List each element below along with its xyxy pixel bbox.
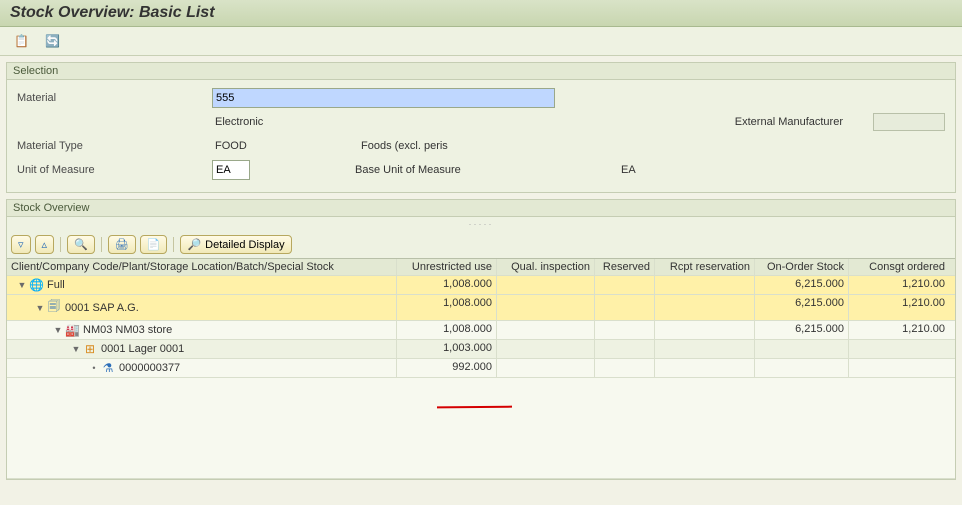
row-label: Full: [47, 279, 65, 291]
expand-down-icon: ▿: [18, 238, 24, 251]
selection-pane: Selection Material Electronic External M…: [6, 62, 956, 193]
cell-qual: [497, 359, 595, 377]
cell-onorder: 6,215.000: [755, 321, 849, 339]
find-button[interactable]: 🔍: [67, 235, 95, 254]
cell-qual: [497, 276, 595, 294]
material-text: Electronic: [212, 115, 468, 129]
cell-unrestricted: 1,003.000: [397, 340, 497, 358]
cell-rcpt: [655, 340, 755, 358]
row-label: 0001 SAP A.G.: [65, 302, 139, 314]
col-on-order[interactable]: On-Order Stock: [755, 259, 849, 275]
expand-all-button[interactable]: ▿: [11, 235, 31, 254]
sheet-icon: 📄: [147, 238, 161, 251]
col-consgt[interactable]: Consgt ordered: [849, 259, 949, 275]
plant-icon: 🏭: [65, 323, 79, 337]
cell-qual: [497, 321, 595, 339]
print-icon: 🖨: [115, 238, 129, 251]
selection-pane-title: Selection: [7, 63, 955, 80]
cell-reserved: [595, 276, 655, 294]
cell-consgt: [849, 340, 949, 358]
cell-reserved: [595, 321, 655, 339]
col-unrestricted[interactable]: Unrestricted use: [397, 259, 497, 275]
table-row[interactable]: ▼🌐 Full 1,008.000 6,215.0001,210.00: [7, 276, 955, 295]
overview-pane-title: Stock Overview: [7, 200, 955, 217]
mtype-value: FOOD: [212, 139, 358, 153]
cell-unrestricted: 1,008.000: [397, 276, 497, 294]
collapse-all-button[interactable]: ▵: [35, 235, 55, 254]
tree-expand-icon[interactable]: ▼: [53, 325, 63, 335]
mtype-text: Foods (excl. peris: [358, 139, 451, 153]
cell-reserved: [595, 359, 655, 377]
tree-expand-icon[interactable]: ▼: [71, 344, 81, 354]
cell-consgt: 1,210.00: [849, 295, 949, 320]
tree-expand-icon[interactable]: ▼: [35, 303, 45, 313]
cell-onorder: [755, 340, 849, 358]
tree-expand-icon[interactable]: ▼: [17, 280, 27, 290]
cell-rcpt: [655, 276, 755, 294]
col-reserved[interactable]: Reserved: [595, 259, 655, 275]
table-row[interactable]: ▼🗐 0001 SAP A.G. 1,008.000 6,215.0001,210.0…: [7, 295, 955, 321]
detailed-display-button[interactable]: 🔎 Detailed Display: [180, 235, 291, 254]
cell-unrestricted: 992.000: [397, 359, 497, 377]
grid-header: Client/Company Code/Plant/Storage Locati…: [7, 259, 955, 276]
cell-onorder: [755, 359, 849, 377]
stock-grid: Client/Company Code/Plant/Storage Locati…: [7, 258, 955, 479]
cell-rcpt: [655, 295, 755, 320]
uom-right: EA: [618, 163, 639, 177]
material-input[interactable]: [212, 88, 555, 108]
col-rcpt-reservation[interactable]: Rcpt reservation: [655, 259, 755, 275]
row-label: 0000000377: [119, 362, 180, 374]
cell-consgt: [849, 359, 949, 377]
spacer-label: [17, 115, 212, 129]
grid-toolbar: ▿ ▵ 🔍 🖨 📄 🔎 Detailed Display: [7, 231, 955, 258]
col-qual-inspection[interactable]: Qual. inspection: [497, 259, 595, 275]
cell-consgt: 1,210.00: [849, 321, 949, 339]
main-toolbar: 📋 🔄: [0, 27, 962, 56]
ext-manu-label: External Manufacturer: [735, 116, 843, 128]
cell-rcpt: [655, 359, 755, 377]
tree-leaf-icon: •: [89, 363, 99, 373]
ext-manu-field[interactable]: [873, 113, 945, 131]
uom-text: Base Unit of Measure: [352, 163, 618, 177]
mtype-label: Material Type: [17, 140, 212, 152]
resize-handle[interactable]: ·····: [7, 217, 955, 231]
assign-button[interactable]: 📋: [10, 31, 33, 51]
cell-rcpt: [655, 321, 755, 339]
cell-unrestricted: 1,008.000: [397, 295, 497, 320]
cell-onorder: 6,215.000: [755, 276, 849, 294]
cell-qual: [497, 295, 595, 320]
row-label: 0001 Lager 0001: [101, 343, 184, 355]
print-button[interactable]: 🖨: [108, 235, 136, 254]
binoculars-icon: 🔍: [74, 238, 88, 251]
flask-icon: ⚗: [101, 361, 115, 375]
storage-icon: ⊞: [83, 342, 97, 356]
col-hierarchy[interactable]: Client/Company Code/Plant/Storage Locati…: [7, 259, 397, 275]
cell-qual: [497, 340, 595, 358]
overview-pane: Stock Overview ····· ▿ ▵ 🔍 🖨 📄 🔎 Detaile…: [6, 199, 956, 480]
world-icon: 🌐: [29, 278, 43, 292]
table-row[interactable]: ▼⊞ 0001 Lager 0001 1,003.000: [7, 340, 955, 359]
grid-empty-area: [7, 378, 955, 479]
refresh-icon: 🔄: [45, 34, 60, 48]
uom-label: Unit of Measure: [17, 164, 212, 176]
detail-icon: 🔎: [187, 238, 201, 251]
cell-unrestricted: 1,008.000: [397, 321, 497, 339]
detailed-display-label: Detailed Display: [205, 239, 284, 251]
cell-consgt: 1,210.00: [849, 276, 949, 294]
table-row[interactable]: ▼🏭 NM03 NM03 store 1,008.000 6,215.0001,210…: [7, 321, 955, 340]
material-label: Material: [17, 92, 212, 104]
collapse-up-icon: ▵: [42, 238, 48, 251]
row-label: NM03 NM03 store: [83, 324, 172, 336]
export-button[interactable]: 📄: [140, 235, 168, 254]
page-title: Stock Overview: Basic List: [0, 0, 962, 27]
table-row[interactable]: •⚗ 0000000377 992.000: [7, 359, 955, 378]
cell-reserved: [595, 340, 655, 358]
refresh-button[interactable]: 🔄: [41, 31, 64, 51]
cell-reserved: [595, 295, 655, 320]
clipboard-icon: 📋: [14, 34, 29, 48]
doc-icon: 🗐: [47, 297, 61, 318]
uom-input[interactable]: [212, 160, 250, 180]
cell-onorder: 6,215.000: [755, 295, 849, 320]
